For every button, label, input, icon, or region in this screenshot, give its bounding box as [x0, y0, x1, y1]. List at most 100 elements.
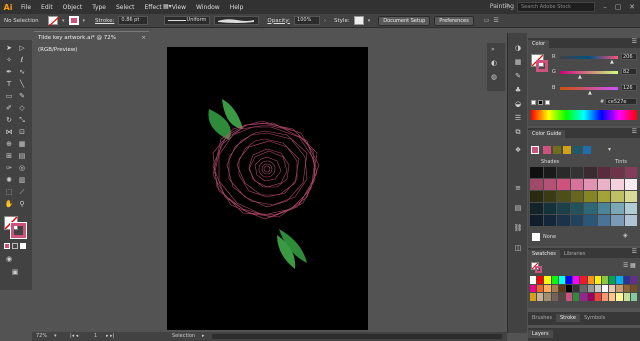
swatch-item[interactable]	[602, 293, 609, 301]
slice-tool-icon[interactable]: ⟋	[17, 187, 27, 197]
guide-swatch[interactable]	[570, 203, 583, 214]
guide-swatch[interactable]	[597, 191, 610, 202]
swatch-item[interactable]	[566, 276, 573, 284]
color-guide-grid[interactable]	[530, 167, 638, 227]
guide-swatch[interactable]	[624, 215, 637, 226]
width-tool-icon[interactable]: ⋈	[4, 127, 14, 137]
first-page-icon[interactable]: |◂ ◂	[70, 332, 78, 341]
gradient-panel-icon[interactable]: ▤	[513, 203, 523, 213]
guide-swatch[interactable]	[530, 191, 543, 202]
guide-swatch[interactable]	[597, 179, 610, 190]
tab-symbols[interactable]: Symbols	[580, 314, 610, 322]
chevron-right-icon[interactable]: ▸	[202, 332, 205, 341]
swatch-item[interactable]	[551, 284, 558, 293]
swatch-item[interactable]	[602, 276, 609, 284]
tab-swatches[interactable]: Swatches	[528, 250, 560, 258]
guide-swatch[interactable]	[611, 203, 624, 214]
swatch-item[interactable]	[594, 293, 601, 301]
rectangle-tool-icon[interactable]: ▭	[4, 91, 14, 101]
swatch-item[interactable]	[530, 284, 537, 293]
menu-help[interactable]: Help	[225, 4, 249, 11]
tab-color[interactable]: Color	[528, 40, 550, 48]
swatch-item[interactable]	[587, 276, 594, 284]
magic-wand-icon[interactable]: ✧	[4, 55, 14, 65]
menu-object[interactable]: Object	[58, 4, 88, 11]
gradient-mode-icon[interactable]	[12, 243, 18, 249]
selection-tool-icon[interactable]: ➤	[4, 43, 14, 53]
links-panel-icon[interactable]: ⛓	[513, 223, 523, 233]
paintbrush-tool-icon[interactable]: ✎	[17, 91, 27, 101]
guide-swatch[interactable]	[543, 179, 556, 190]
swatch-item[interactable]	[544, 293, 551, 301]
guide-swatch[interactable]	[543, 191, 556, 202]
swatch-item[interactable]	[551, 293, 558, 301]
r-value[interactable]: 206	[621, 53, 637, 60]
direct-selection-tool-icon[interactable]: ▷	[17, 43, 27, 53]
stroke-swatch[interactable]	[68, 16, 79, 25]
zoom-tool-icon[interactable]: ⚲	[17, 199, 27, 209]
guide-swatch[interactable]	[570, 191, 583, 202]
collapse-icon[interactable]: »	[491, 46, 495, 53]
document-tab[interactable]: Tilde key artwork.ai* @ 72% (RGB/Preview…	[34, 31, 149, 53]
slider-handle-icon[interactable]: ▲	[578, 74, 582, 80]
swatch-item[interactable]	[537, 276, 544, 284]
chevron-down-icon[interactable]: ▾	[54, 332, 57, 341]
menu-window[interactable]: Window	[191, 4, 225, 11]
swatch-item[interactable]	[573, 284, 580, 293]
base-color-swatch[interactable]	[531, 146, 539, 154]
graphic-styles-icon[interactable]: ◍	[491, 73, 497, 81]
swatch-item[interactable]	[616, 293, 623, 301]
preferences-button[interactable]: Preferences	[434, 15, 474, 26]
artboard[interactable]	[167, 47, 368, 330]
tab-libraries[interactable]: Libraries	[559, 250, 590, 258]
g-slider[interactable]	[560, 71, 618, 74]
opacity-label[interactable]: Opacity:	[267, 18, 290, 24]
menu-edit[interactable]: Edit	[36, 4, 58, 11]
scale-tool-icon[interactable]: ⤡	[17, 115, 27, 125]
horizontal-scrollbar[interactable]	[212, 334, 502, 339]
stroke-panel-icon[interactable]: ≡	[513, 183, 523, 193]
next-page-icon[interactable]: ▸ ▸|	[106, 332, 114, 341]
swatch-item[interactable]	[573, 293, 580, 301]
stroke-label[interactable]: Stroke:	[95, 18, 114, 24]
swatch-item[interactable]	[544, 276, 551, 284]
perspective-grid-icon[interactable]: ▦	[17, 139, 27, 149]
lasso-tool-icon[interactable]: ℓ	[17, 55, 27, 65]
swatch-item[interactable]	[602, 284, 609, 293]
swatch-item[interactable]	[609, 293, 616, 301]
guide-swatch[interactable]	[557, 203, 570, 214]
minimize-icon[interactable]: –	[600, 2, 610, 12]
hex-field[interactable]: ce527e	[605, 98, 637, 105]
swatch-item[interactable]	[530, 293, 537, 301]
align-panel-icon[interactable]: ☰	[513, 113, 523, 123]
color-panel-icon[interactable]: ◑	[513, 43, 523, 53]
shaper-tool-icon[interactable]: ✐	[4, 103, 14, 113]
symbols-panel-icon[interactable]: ♣	[513, 85, 523, 95]
swatch-item[interactable]	[609, 284, 616, 293]
tab-color-guide[interactable]: Color Guide	[528, 130, 566, 138]
gradient-tool-icon[interactable]: ▤	[17, 151, 27, 161]
color-guide-panel-icon[interactable]: ❖	[513, 145, 523, 155]
guide-swatch[interactable]	[611, 215, 624, 226]
swatch-item[interactable]	[537, 284, 544, 293]
g-value[interactable]: 82	[621, 68, 637, 75]
swatch-item[interactable]	[573, 276, 580, 284]
swatch-item[interactable]	[630, 284, 637, 293]
swatch-panel-icon[interactable]: ▦	[513, 57, 523, 67]
screen-mode-icon[interactable]: ▣	[10, 267, 20, 277]
swatch-item[interactable]	[594, 276, 601, 284]
draw-mode-icon[interactable]: ◉	[4, 254, 14, 264]
guide-swatch[interactable]	[611, 191, 624, 202]
close-tab-icon[interactable]: ×	[141, 32, 146, 44]
transparency-panel-icon[interactable]: ◒	[513, 99, 523, 109]
swatch-item[interactable]	[609, 276, 616, 284]
guide-swatch[interactable]	[543, 215, 556, 226]
guide-swatch[interactable]	[624, 179, 637, 190]
eyedropper-icon[interactable]: ✑	[4, 163, 14, 173]
guide-swatch[interactable]	[584, 215, 597, 226]
guide-swatch[interactable]	[570, 215, 583, 226]
close-icon[interactable]: ✕	[627, 2, 637, 12]
variable-width-profile[interactable]: Uniform	[164, 16, 211, 25]
symbol-sprayer-icon[interactable]: ✺	[4, 175, 14, 185]
tab-brushes[interactable]: Brushes	[528, 314, 557, 322]
